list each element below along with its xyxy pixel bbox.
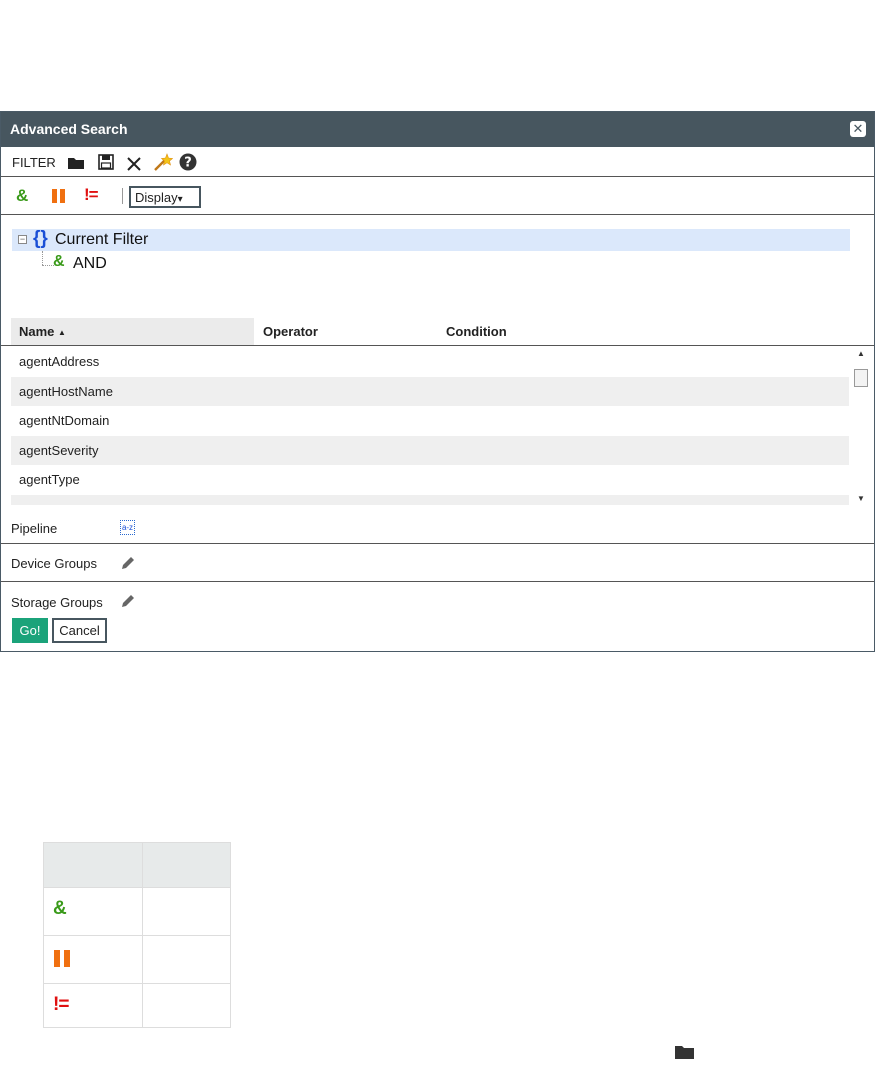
fields-grid: Name ▲ Operator Condition agentAddress a… [1,318,874,506]
scroll-down-icon[interactable]: ▼ [857,494,865,503]
display-label: Display [135,190,178,205]
table-row[interactable]: agentSeverity [11,436,849,465]
column-header-name[interactable]: Name ▲ [11,318,254,345]
table-row[interactable]: agentAddress [11,347,849,376]
dialog-titlebar: Advanced Search ✕ [1,112,874,147]
chevron-down-icon: ▾ [177,194,183,205]
grid-header: Name ▲ Operator Condition [1,318,874,346]
tree-node-current-filter[interactable]: − {} Current Filter [12,228,850,251]
filter-tree: − {} Current Filter & AND [1,216,874,316]
legend-row-and: & [44,887,230,935]
sort-ascending-icon: ▲ [58,328,66,337]
scrollbar-thumb[interactable] [854,369,868,387]
device-groups-label: Device Groups [11,556,97,571]
sort-az-icon[interactable]: a-z [120,520,135,535]
svg-text:?: ? [184,156,192,171]
tree-connector [42,251,43,265]
table-row[interactable]: agentNtDomain [11,406,849,435]
filter-toolbar: FILTER ? [1,148,874,177]
help-icon[interactable]: ? [179,153,197,171]
table-row[interactable]: agentType [11,465,849,494]
clear-icon[interactable] [127,157,141,171]
or-operator-button[interactable] [52,189,66,203]
not-equal-icon: != [53,994,69,1015]
close-button[interactable]: ✕ [850,121,866,137]
and-icon: & [53,253,65,270]
save-icon[interactable] [98,154,114,170]
close-icon: ✕ [852,121,864,136]
and-icon: & [53,898,67,919]
go-button[interactable]: Go! [12,618,48,643]
legend-header [44,843,230,887]
magic-wand-icon[interactable] [153,153,173,171]
not-operator-button[interactable]: != [84,185,99,205]
cancel-button[interactable]: Cancel [52,618,107,643]
column-header-condition[interactable]: Condition [446,318,507,345]
dialog-title: Advanced Search [10,121,128,137]
tree-node-and[interactable]: AND [73,255,107,273]
or-icon [54,950,71,967]
filter-label: FILTER [12,155,56,170]
display-dropdown[interactable]: Display▾ [129,186,201,208]
pipeline-section: Pipeline a-z [1,516,874,544]
braces-icon: {} [33,228,48,249]
operator-toolbar: & != Display▾ [1,178,874,215]
legend-row-not: != [44,983,230,1031]
scroll-up-icon[interactable]: ▲ [857,349,865,358]
pipeline-label: Pipeline [11,521,58,536]
folder-open-icon[interactable] [68,156,85,170]
operator-legend-table: & != [43,842,231,1028]
folder-open-icon [675,1046,694,1059]
pencil-icon[interactable] [120,555,136,571]
pencil-icon[interactable] [120,593,136,609]
advanced-search-dialog: Advanced Search ✕ FILTER ? & != Display▾… [0,111,875,652]
table-row[interactable]: agentHostName [11,377,849,406]
grid-scrollbar[interactable]: ▲ ▼ [853,347,870,505]
and-operator-button[interactable]: & [16,186,28,206]
grid-body: agentAddress agentHostName agentNtDomain… [1,347,850,505]
column-header-operator[interactable]: Operator [263,318,318,345]
device-groups-section: Device Groups [1,544,874,582]
legend-row-or [44,935,230,983]
storage-groups-label: Storage Groups [11,595,103,610]
tree-root-label: Current Filter [55,231,149,248]
storage-groups-section: Storage Groups [1,582,874,622]
table-row[interactable]: agentZone [11,495,849,505]
collapse-icon[interactable]: − [18,235,27,244]
toolbar-separator [122,188,123,204]
